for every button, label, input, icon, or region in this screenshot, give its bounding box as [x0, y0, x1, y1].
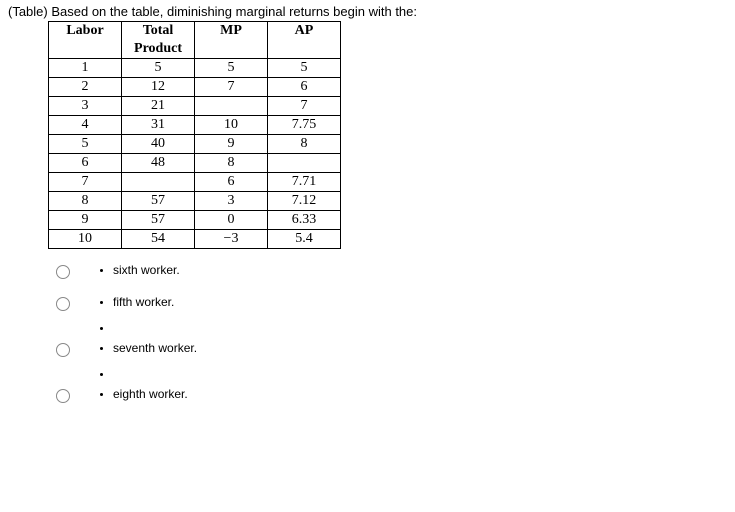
table-cell: −3: [195, 230, 268, 249]
option-body: eighth worker.: [100, 387, 188, 413]
table-row: 85737.12: [49, 192, 341, 211]
table-cell: 3: [195, 192, 268, 211]
table-cell: 7.12: [268, 192, 341, 211]
bullet-icon: [100, 373, 103, 376]
radio-button[interactable]: [56, 265, 70, 279]
table-cell: 12: [122, 78, 195, 97]
table-row: 1054−35.4: [49, 230, 341, 249]
question-text: (Table) Based on the table, diminishing …: [8, 4, 727, 19]
option-label: sixth worker.: [113, 263, 180, 277]
table-header-row: Labor Total Product MP AP: [49, 22, 341, 59]
table-cell: [195, 97, 268, 116]
option-label: fifth worker.: [113, 295, 174, 309]
radio-button[interactable]: [56, 389, 70, 403]
table-cell: 6: [268, 78, 341, 97]
col-header-ap: AP: [268, 22, 341, 59]
option-row[interactable]: fifth worker.: [56, 295, 727, 335]
table-cell: 5: [122, 59, 195, 78]
table-row: 431107.75: [49, 116, 341, 135]
option-body: seventh worker.: [100, 341, 197, 381]
table-cell: 5.4: [268, 230, 341, 249]
col-header-tp-line2: Product: [128, 40, 188, 58]
table-cell: 2: [49, 78, 122, 97]
option-body: fifth worker.: [100, 295, 174, 335]
table-row: 21276: [49, 78, 341, 97]
table-cell: 5: [268, 59, 341, 78]
radio-button[interactable]: [56, 297, 70, 311]
table-cell: 10: [49, 230, 122, 249]
data-table: Labor Total Product MP AP 15552127632174…: [48, 21, 341, 249]
table-cell: 7: [268, 97, 341, 116]
bullet-icon: [100, 269, 103, 272]
table-cell: 8: [195, 154, 268, 173]
table-cell: 5: [49, 135, 122, 154]
col-header-total-product: Total Product: [122, 22, 195, 59]
table-row: 321 7: [49, 97, 341, 116]
table-cell: 1: [49, 59, 122, 78]
option-label: seventh worker.: [113, 341, 197, 355]
table-cell: 5: [195, 59, 268, 78]
option-row[interactable]: sixth worker.: [56, 263, 727, 289]
table-cell: 4: [49, 116, 122, 135]
table-cell: [122, 173, 195, 192]
table-cell: 57: [122, 211, 195, 230]
option-row[interactable]: seventh worker.: [56, 341, 727, 381]
bullet-icon: [100, 347, 103, 350]
option-label: eighth worker.: [113, 387, 188, 401]
table-row: 1555: [49, 59, 341, 78]
col-header-mp: MP: [195, 22, 268, 59]
radio-button[interactable]: [56, 343, 70, 357]
option-row[interactable]: eighth worker.: [56, 387, 727, 413]
table-row: 767.71: [49, 173, 341, 192]
col-header-labor: Labor: [49, 22, 122, 59]
table-cell: 8: [49, 192, 122, 211]
option-body: sixth worker.: [100, 263, 180, 289]
table-cell: 21: [122, 97, 195, 116]
table-cell: 9: [195, 135, 268, 154]
table-cell: 10: [195, 116, 268, 135]
table-cell: 0: [195, 211, 268, 230]
table-cell: 3: [49, 97, 122, 116]
bullet-icon: [100, 393, 103, 396]
table-row: 6488: [49, 154, 341, 173]
col-header-tp-line1: Total: [128, 22, 188, 40]
table-cell: 48: [122, 154, 195, 173]
table-cell: 7.75: [268, 116, 341, 135]
table-cell: 7.71: [268, 173, 341, 192]
bullet-icon: [100, 301, 103, 304]
table-cell: 9: [49, 211, 122, 230]
answer-options: sixth worker. fifth worker. seventh work…: [56, 263, 727, 413]
table-cell: 31: [122, 116, 195, 135]
table-cell: 40: [122, 135, 195, 154]
table-cell: 6: [49, 154, 122, 173]
table-cell: 57: [122, 192, 195, 211]
table-cell: 7: [49, 173, 122, 192]
table-row: 95706.33: [49, 211, 341, 230]
bullet-icon: [100, 327, 103, 330]
table-cell: 54: [122, 230, 195, 249]
table-cell: 8: [268, 135, 341, 154]
table-cell: 6: [195, 173, 268, 192]
table-cell: 7: [195, 78, 268, 97]
table-cell: 6.33: [268, 211, 341, 230]
table-row: 54098: [49, 135, 341, 154]
table-cell: [268, 154, 341, 173]
